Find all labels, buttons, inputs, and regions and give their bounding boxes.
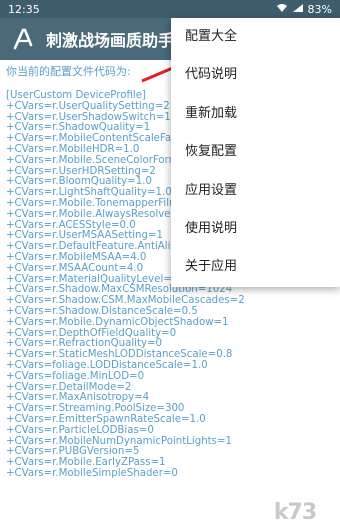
watermark-logo: k73 (250, 460, 340, 525)
status-icons: 83% (276, 3, 332, 16)
app-logo-icon (10, 26, 36, 52)
config-line: +CVars=foliage.MinLOD=0 (6, 370, 145, 382)
menu-item-about[interactable]: 关于应用 (171, 248, 340, 286)
signal-icon (292, 3, 304, 16)
config-line: +CVars=r.ParticleLODBias=0 (6, 424, 154, 436)
menu-item-code-help[interactable]: 代码说明 (171, 56, 340, 94)
watermark-text: k73 (273, 500, 317, 525)
wifi-icon (276, 3, 288, 16)
config-line: +CVars=r.Mobile.DynamicObjectShadow=1 (6, 316, 229, 328)
status-time: 12:35 (8, 2, 40, 16)
status-bar: 12:35 83% (0, 0, 340, 18)
menu-item-reload[interactable]: 重新加载 (171, 95, 340, 133)
menu-item-usage[interactable]: 使用说明 (171, 210, 340, 248)
battery-percent: 83% (307, 2, 332, 16)
app-title: 刺激战场画质助手 (46, 31, 175, 50)
menu-item-config-list[interactable]: 配置大全 (171, 18, 340, 56)
menu-item-app-settings[interactable]: 应用设置 (171, 172, 340, 210)
menu-item-restore[interactable]: 恢复配置 (171, 133, 340, 171)
overflow-menu: 配置大全 代码说明 重新加载 恢复配置 应用设置 使用说明 关于应用 (171, 18, 340, 287)
